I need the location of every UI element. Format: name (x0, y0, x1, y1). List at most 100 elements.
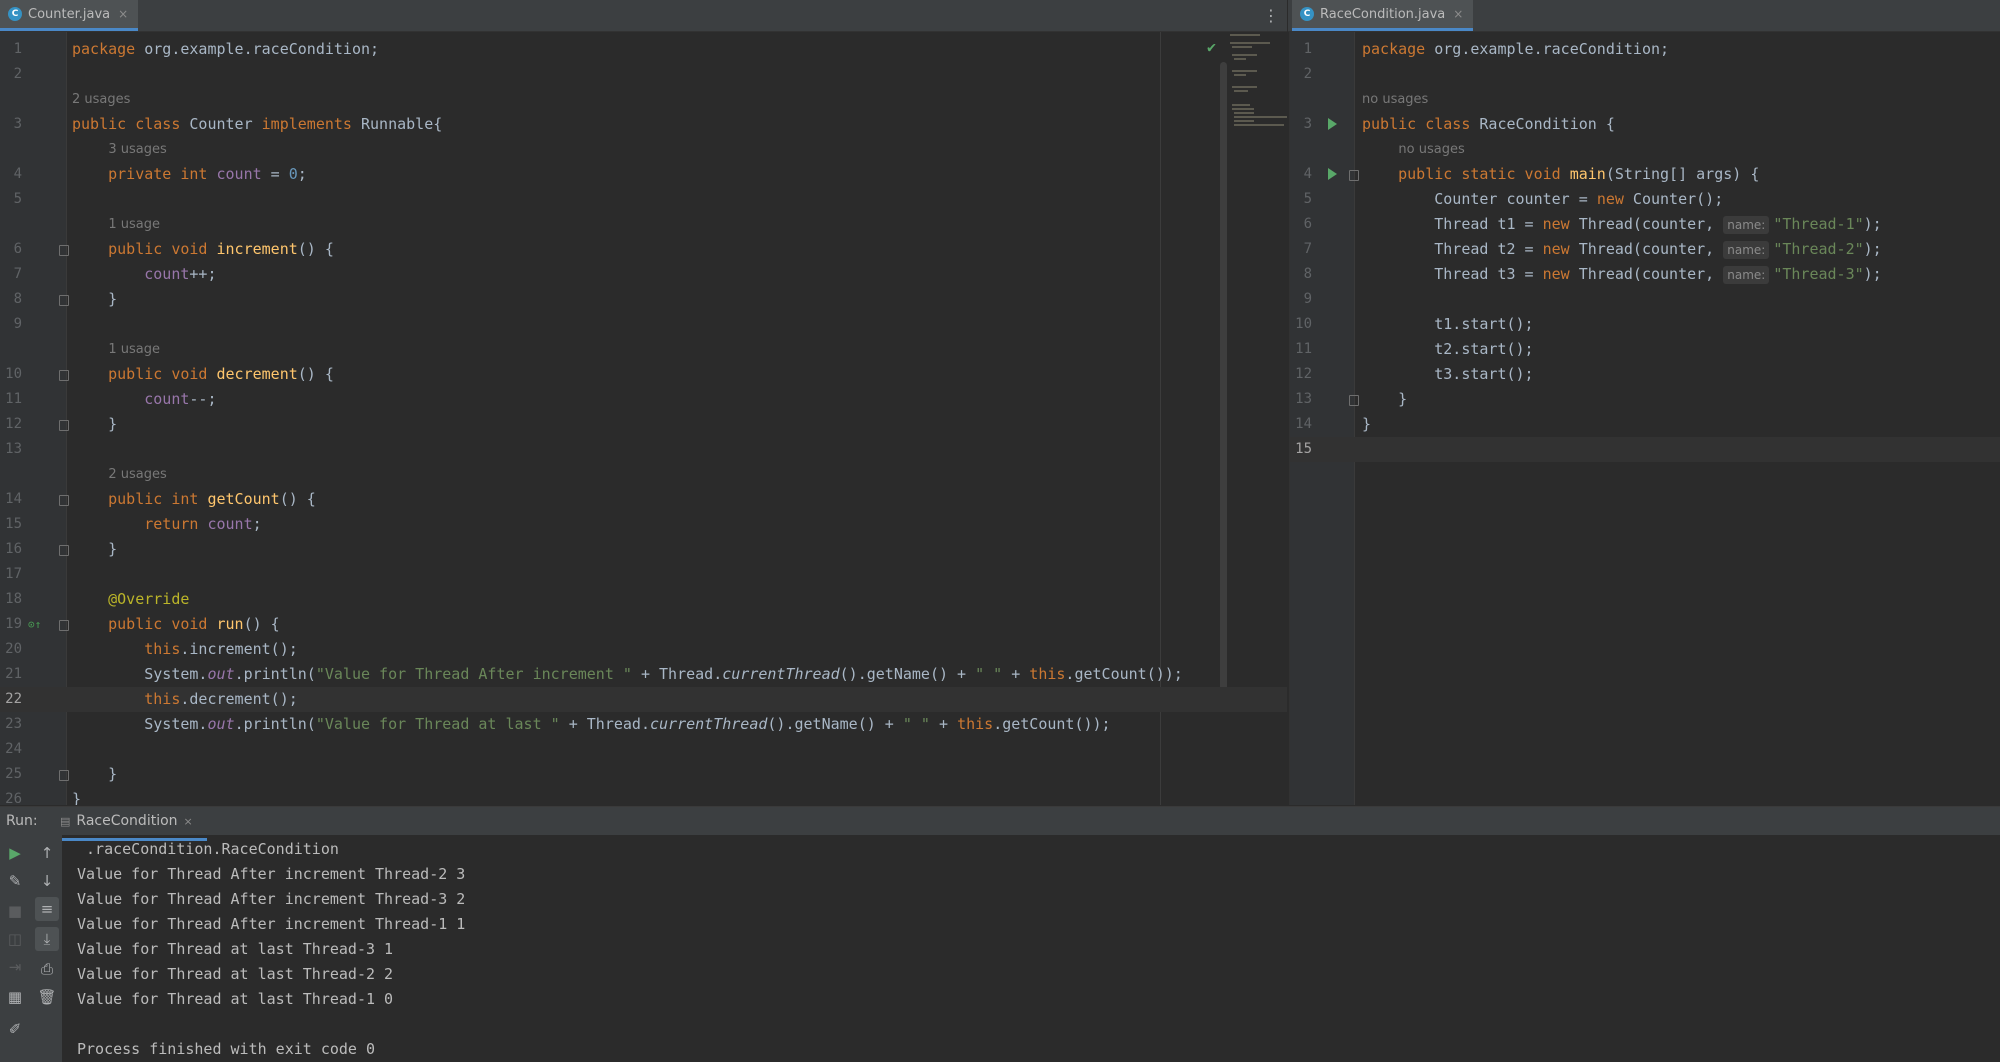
usage-hint-text[interactable]: 2 usages (72, 87, 130, 112)
close-icon[interactable]: × (1453, 7, 1463, 21)
line-number: 18 (5, 591, 22, 607)
line-number: 6 (13, 241, 22, 257)
line-number: 16 (5, 541, 22, 557)
line-number: 6 (1303, 216, 1312, 232)
usage-hint[interactable]: 2 usages (0, 87, 1287, 112)
pin-icon[interactable]: ✐ (3, 1017, 27, 1041)
run-gutter-icon[interactable] (1328, 168, 1337, 180)
usage-hint[interactable]: 1 usage (0, 212, 1287, 237)
console-output[interactable]: .raceCondition.RaceCondition Value for Th… (77, 837, 2000, 1062)
usage-hint[interactable]: no usages (1290, 87, 2000, 112)
code-line: 9 (0, 312, 1287, 337)
line-number: 11 (1295, 341, 1312, 357)
implements-method-icon[interactable]: ⊙↑ (28, 612, 41, 637)
fold-marker-icon[interactable] (59, 545, 69, 556)
line-number: 2 (1303, 66, 1312, 82)
line-number: 22 (5, 691, 22, 707)
layout-icon[interactable]: ▦ (3, 985, 27, 1009)
line-number: 17 (5, 566, 22, 582)
code-line: 25 } (0, 762, 1287, 787)
code-line: 26} (0, 787, 1287, 805)
line-number: 4 (1303, 166, 1312, 182)
wrench-icon[interactable]: ✎ (3, 869, 27, 893)
code-text: System.out.println("Value for Thread at … (72, 715, 1111, 733)
close-icon[interactable]: × (118, 7, 128, 21)
code-text: public int getCount() { (108, 490, 316, 508)
usage-hint-text[interactable]: no usages (1362, 87, 1428, 112)
tab-racecondition-java[interactable]: C RaceCondition.java × (1292, 0, 1474, 31)
java-class-icon: C (8, 7, 22, 21)
fold-marker-icon[interactable] (59, 370, 69, 381)
exit-icon[interactable]: ⇥ (3, 955, 27, 979)
soft-wrap-icon[interactable]: ≡ (35, 897, 59, 921)
fold-marker-icon[interactable] (59, 770, 69, 781)
java-class-icon: C (1300, 7, 1314, 21)
line-number: 4 (13, 166, 22, 182)
usage-hint-text[interactable]: no usages (1398, 137, 1464, 162)
usage-hint-text[interactable]: 1 usage (108, 337, 160, 362)
code-line: 15 return count; (0, 512, 1287, 537)
scroll-to-end-icon[interactable]: ⤓ (35, 927, 59, 951)
code-text: } (72, 290, 118, 308)
console-line: Value for Thread at last Thread-1 0 (77, 990, 394, 1008)
usage-hint[interactable]: 1 usage (0, 337, 1287, 362)
line-number: 25 (5, 766, 22, 782)
editor-counter[interactable]: ✔ 1 package org.example.raceCondition; 2 2 … (0, 32, 1287, 805)
fold-marker-icon[interactable] (59, 295, 69, 306)
line-number: 21 (5, 666, 22, 682)
usage-hint[interactable]: 2 usages (0, 462, 1287, 487)
code-line: 2 (0, 62, 1287, 87)
code-text: package org.example.raceCondition; (72, 40, 380, 58)
console-tab-icon: ▤ (60, 815, 71, 828)
tab-counter-java[interactable]: C Counter.java × (0, 0, 139, 31)
usage-hint-text[interactable]: 1 usage (108, 212, 160, 237)
fold-marker-icon[interactable] (59, 245, 69, 256)
fold-marker-icon[interactable] (1349, 395, 1359, 406)
usage-hint-text[interactable]: 3 usages (108, 137, 166, 162)
print-icon[interactable]: ⎙ (35, 957, 59, 981)
editor-racecondition[interactable]: 1 package org.example.raceCondition; 2 no u… (1289, 32, 2000, 805)
line-number: 9 (1303, 291, 1312, 307)
line-number: 13 (1295, 391, 1312, 407)
arrow-down-icon[interactable]: ↓ (35, 869, 59, 893)
more-options-icon[interactable]: ⋮ (1263, 6, 1279, 25)
run-tab-racecondition[interactable]: ▤ RaceCondition × (46, 807, 207, 841)
code-text: } (1362, 415, 1372, 433)
code-text: private int count = 0; (108, 165, 307, 183)
right-tab-bar: C RaceCondition.java × (1288, 0, 2000, 32)
run-gutter-icon[interactable] (1328, 118, 1337, 130)
line-number: 15 (1295, 441, 1312, 457)
arrow-up-icon[interactable]: ↑ (35, 841, 59, 865)
line-number: 24 (5, 741, 22, 757)
stop-icon[interactable]: ■ (3, 899, 27, 923)
code-line: 23 System.out.println("Value for Thread … (0, 712, 1287, 737)
close-icon[interactable]: × (184, 815, 193, 828)
tab-label: Counter.java (28, 6, 111, 22)
code-line: 3 public class Counter implements Runnabl… (0, 112, 1287, 137)
line-number: 14 (5, 491, 22, 507)
fold-marker-icon[interactable] (59, 420, 69, 431)
code-line: 6 Thread t1 = new Thread(counter, name: "… (1290, 212, 2000, 237)
code-line: 15 (1290, 437, 2000, 462)
line-number: 14 (1295, 416, 1312, 432)
console-line: Value for Thread at last Thread-3 1 (77, 940, 394, 958)
fold-marker-icon[interactable] (1349, 170, 1359, 181)
code-text: t1.start(); (1362, 315, 1534, 333)
fold-marker-icon[interactable] (59, 495, 69, 506)
code-text: System.out.println("Value for Thread Aft… (72, 665, 1183, 683)
code-line: 24 (0, 737, 1287, 762)
usage-hint-text[interactable]: 2 usages (108, 462, 166, 487)
usage-hint[interactable]: no usages (1290, 137, 2000, 162)
code-text: count++; (144, 265, 217, 283)
camera-icon[interactable]: ◫ (3, 927, 27, 951)
console-line: Value for Thread After increment Thread-… (77, 915, 466, 933)
rerun-icon[interactable]: ▶ (3, 841, 27, 865)
line-number: 7 (13, 266, 22, 282)
code-line: 11 count--; (0, 387, 1287, 412)
code-line: 2 (1290, 62, 2000, 87)
trash-icon[interactable]: 🗑 (35, 985, 59, 1009)
usage-hint[interactable]: 3 usages (0, 137, 1287, 162)
left-tab-bar: C Counter.java × ⋮ (0, 0, 1287, 32)
line-number: 1 (13, 41, 22, 57)
fold-marker-icon[interactable] (59, 620, 69, 631)
